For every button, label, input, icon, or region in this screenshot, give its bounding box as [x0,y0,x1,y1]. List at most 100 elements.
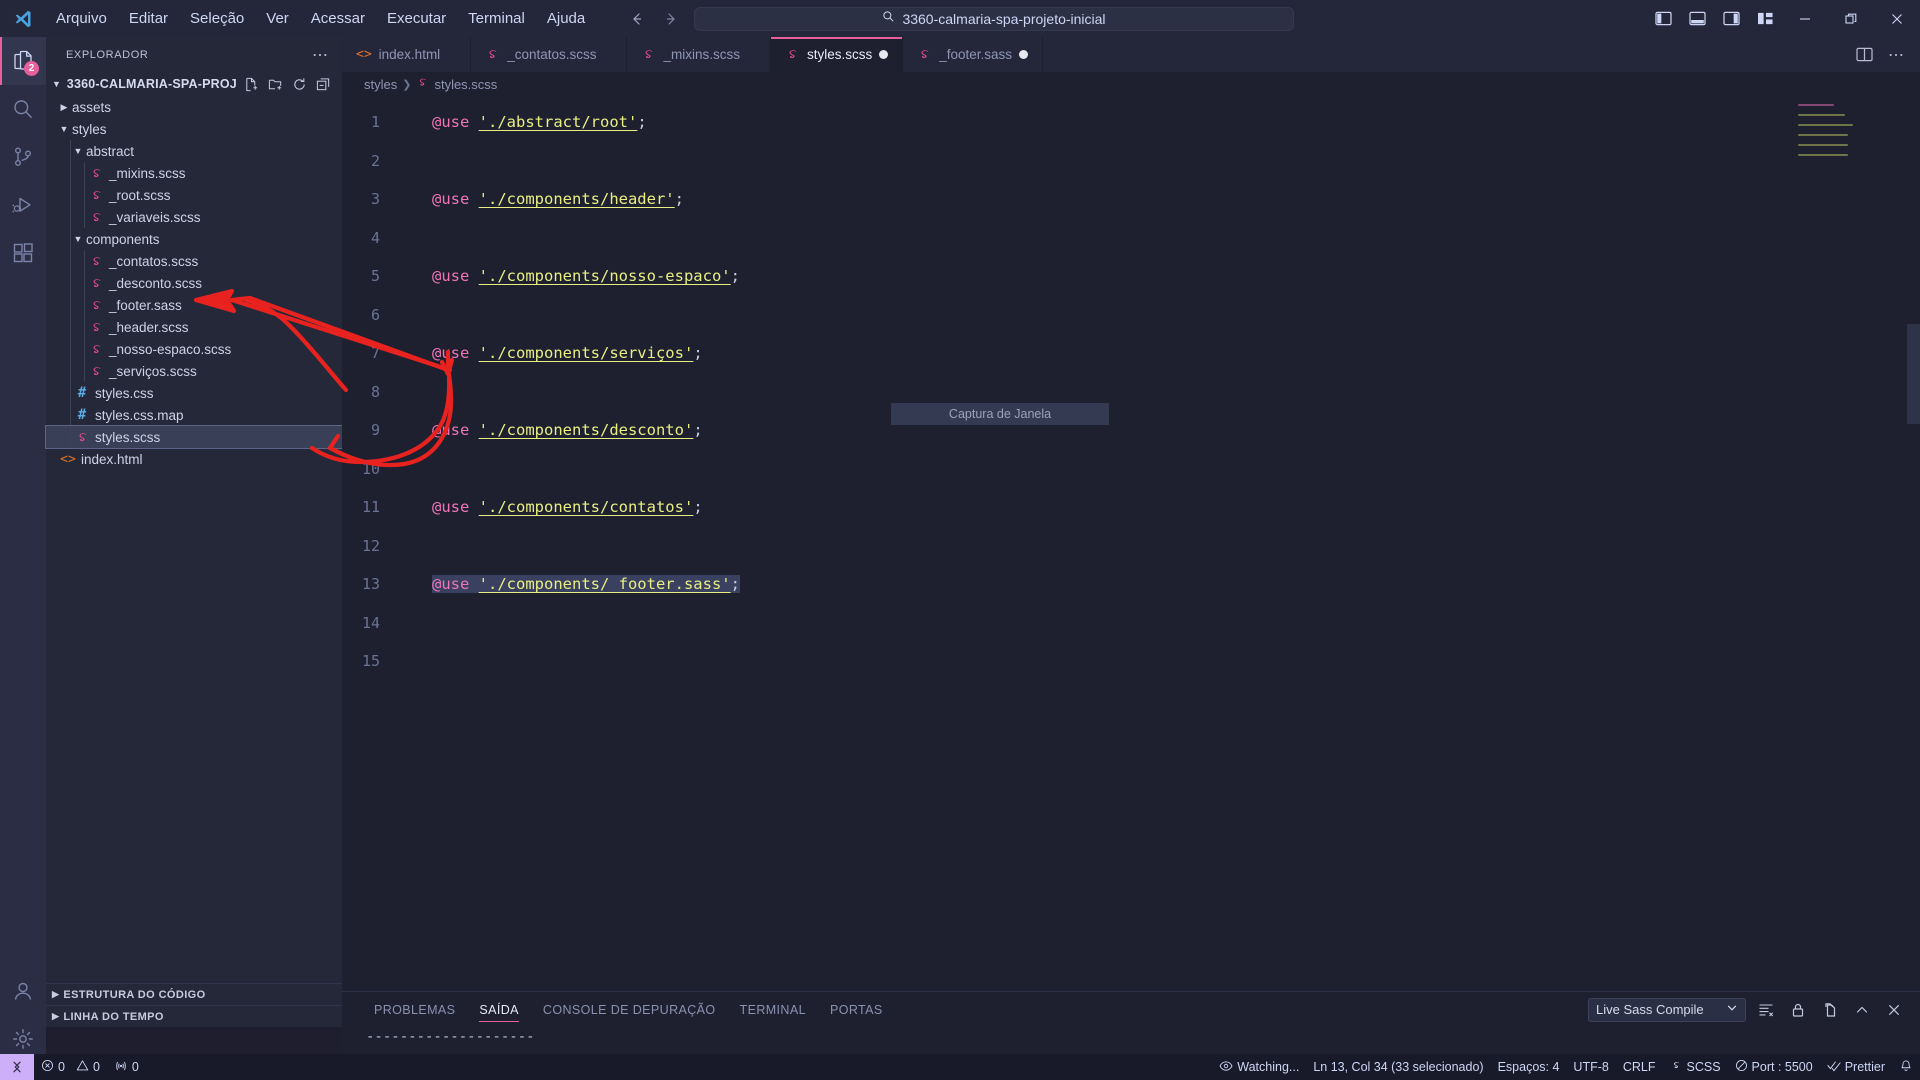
code-line[interactable]: 8 [342,373,1920,412]
eol[interactable]: CRLF [1616,1054,1663,1080]
section-estrutura-do-codigo[interactable]: ▶ ESTRUTURA DO CÓDIGO [46,983,342,1005]
collapse-all-icon[interactable] [312,73,334,95]
code-line[interactable]: 13 @use './components/_footer.sass'; [342,565,1920,604]
split-editor-icon[interactable] [1850,37,1878,72]
chevron-down-icon[interactable]: ▼ [56,124,72,134]
activity-extensions[interactable] [0,229,46,277]
tree-item-styles-css-map[interactable]: # styles.css.map [46,404,342,426]
panel-tab-console-de-depuração[interactable]: CONSOLE DE DEPURAÇÃO [531,992,728,1027]
tree-item--servi-os-scss[interactable]: _serviços.scss [46,360,342,382]
unsaved-indicator[interactable] [1019,50,1029,59]
toggle-primary-sidebar-icon[interactable] [1646,0,1680,37]
tree-item-assets[interactable]: ▶ assets [46,96,342,118]
code-line[interactable]: 9 @use './components/desconto'; [342,411,1920,450]
toggle-secondary-sidebar-icon[interactable] [1714,0,1748,37]
chevron-down-icon[interactable]: ▼ [70,146,86,156]
remote-window-icon[interactable] [0,1054,34,1080]
editor-tab--footer-sass[interactable]: _footer.sass [903,37,1044,72]
prettier-status[interactable]: Prettier [1820,1054,1892,1080]
ellipsis-icon[interactable]: ⋯ [306,45,334,65]
editor-scrollbar[interactable] [1907,324,1920,424]
code-string[interactable]: './components/header' [479,190,675,208]
tree-item-components[interactable]: ▼ components [46,228,342,250]
code-line[interactable]: 10 [342,450,1920,489]
editor-tab--contatos-scss[interactable]: _contatos.scss [471,37,628,72]
code-line[interactable]: 12 [342,527,1920,566]
chevron-right-icon[interactable]: ▶ [56,102,72,113]
breadcrumb-file[interactable]: styles.scss [434,77,497,92]
code-line[interactable]: 11 @use './components/contatos'; [342,488,1920,527]
minimap[interactable] [1798,104,1862,164]
chevron-down-icon[interactable]: ▼ [50,79,63,89]
code-string[interactable]: './abstract/root' [479,113,638,131]
code-line[interactable]: 15 [342,642,1920,681]
chevron-down-icon[interactable]: ▼ [70,234,86,244]
arrow-right-icon[interactable] [660,8,682,30]
window-restore-button[interactable] [1828,0,1874,37]
code-string[interactable]: './components/_footer.sass' [479,575,731,593]
collapse-panel-icon[interactable] [1850,998,1874,1022]
panel-tab-terminal[interactable]: TERMINAL [728,992,818,1027]
tree-item--mixins-scss[interactable]: _mixins.scss [46,162,342,184]
code-line[interactable]: 2 [342,142,1920,181]
panel-tab-problemas[interactable]: PROBLEMAS [362,992,467,1027]
language-mode[interactable]: SCSS [1663,1054,1728,1080]
menu-arquivo[interactable]: Arquivo [46,7,117,30]
code-string[interactable]: './components/serviços' [479,344,694,362]
lock-scroll-icon[interactable] [1786,998,1810,1022]
activity-search[interactable] [0,85,46,133]
code-string[interactable]: './components/nosso-espaco' [479,267,731,285]
ports-count[interactable]: 0 [107,1054,146,1080]
editor-tab--mixins-scss[interactable]: _mixins.scss [627,37,771,72]
activity-source-control[interactable] [0,133,46,181]
tree-item--footer-sass[interactable]: _footer.sass [46,294,342,316]
more-actions-icon[interactable]: ⋯ [1882,37,1910,72]
live-sass-watch[interactable]: Watching... [1212,1054,1306,1080]
arrow-left-icon[interactable] [626,8,648,30]
tree-item-index-html[interactable]: <> index.html [46,448,342,470]
panel-tab-portas[interactable]: PORTAS [818,992,895,1027]
menu-selecao[interactable]: Seleção [180,7,254,30]
output-channel-select[interactable]: Live Sass Compile [1588,997,1746,1022]
code-line[interactable]: 7 @use './components/serviços'; [342,334,1920,373]
tree-item--variaveis-scss[interactable]: _variaveis.scss [46,206,342,228]
code-string[interactable]: './components/contatos' [479,498,694,516]
indentation[interactable]: Espaços: 4 [1491,1054,1567,1080]
code-string[interactable]: './components/desconto' [479,421,694,439]
errors-count[interactable]: 0 0 [34,1054,107,1080]
section-linha-do-tempo[interactable]: ▶ LINHA DO TEMPO [46,1005,342,1027]
menu-editar[interactable]: Editar [119,7,178,30]
menu-ver[interactable]: Ver [256,7,299,30]
new-file-icon[interactable] [240,73,262,95]
tree-item-abstract[interactable]: ▼ abstract [46,140,342,162]
customize-layout-icon[interactable] [1748,0,1782,37]
clear-output-icon[interactable] [1754,998,1778,1022]
open-in-editor-icon[interactable] [1818,998,1842,1022]
live-server-port[interactable]: Port : 5500 [1728,1054,1820,1080]
tree-item--desconto-scss[interactable]: _desconto.scss [46,272,342,294]
activity-accounts[interactable] [0,967,46,1015]
activity-run-and-debug[interactable] [0,181,46,229]
unsaved-indicator[interactable] [879,50,889,59]
window-close-button[interactable] [1874,0,1920,37]
window-minimize-button[interactable] [1782,0,1828,37]
menu-executar[interactable]: Executar [377,7,456,30]
editor-tab-styles-scss[interactable]: styles.scss [771,37,904,72]
workspace-root-row[interactable]: ▼ 3360-CALMARIA-SPA-PROJETO-... [46,72,342,96]
tree-item-styles-css[interactable]: # styles.css [46,382,342,404]
code-line[interactable]: 4 [342,219,1920,258]
close-panel-icon[interactable] [1882,998,1906,1022]
editor-tab-index-html[interactable]: <> index.html [342,37,472,72]
code-line[interactable]: 14 [342,604,1920,643]
tree-item--nosso-espaco-scss[interactable]: _nosso-espaco.scss [46,338,342,360]
notifications[interactable] [1892,1054,1920,1080]
breadcrumb-folder[interactable]: styles [364,77,397,92]
code-line[interactable]: 6 [342,296,1920,335]
new-folder-icon[interactable] [264,73,286,95]
panel-tab-saída[interactable]: SAÍDA [467,992,531,1027]
cursor-position[interactable]: Ln 13, Col 34 (33 selecionado) [1306,1054,1490,1080]
menu-terminal[interactable]: Terminal [458,7,535,30]
menu-ajuda[interactable]: Ajuda [537,7,595,30]
code-editor[interactable]: 1 @use './abstract/root'; 2 3 @use './compon… [342,96,1920,1027]
tree-item-styles-scss[interactable]: styles.scss [45,425,343,449]
